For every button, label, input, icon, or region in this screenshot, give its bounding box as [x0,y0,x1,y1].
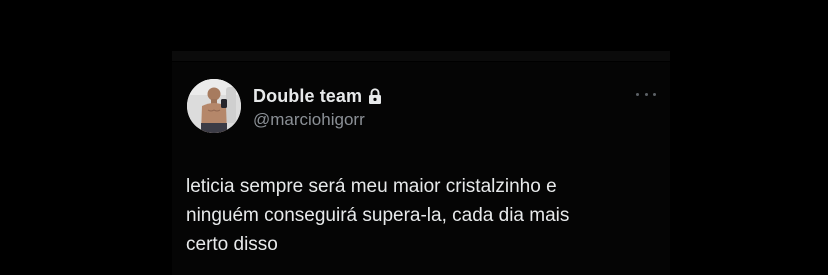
author-handle[interactable]: @marciohigorr [253,110,382,130]
previous-tweet-card-edge [172,51,670,61]
more-horizontal-icon[interactable] [636,89,656,99]
more-dot [653,92,656,96]
tweet-text: leticia sempre será meu maior cristalzin… [186,176,570,255]
author-display-name[interactable]: Double team [253,86,362,107]
more-dot [644,92,648,96]
tweet-author: Double team @marciohigorr [253,84,382,130]
lock-icon [368,88,382,104]
more-dot [636,92,639,96]
avatar-photo [187,79,241,133]
tweet-card[interactable]: Double team @marciohigorr leticia sempre… [172,62,670,275]
author-name-row: Double team [253,84,382,108]
avatar[interactable] [187,79,241,133]
